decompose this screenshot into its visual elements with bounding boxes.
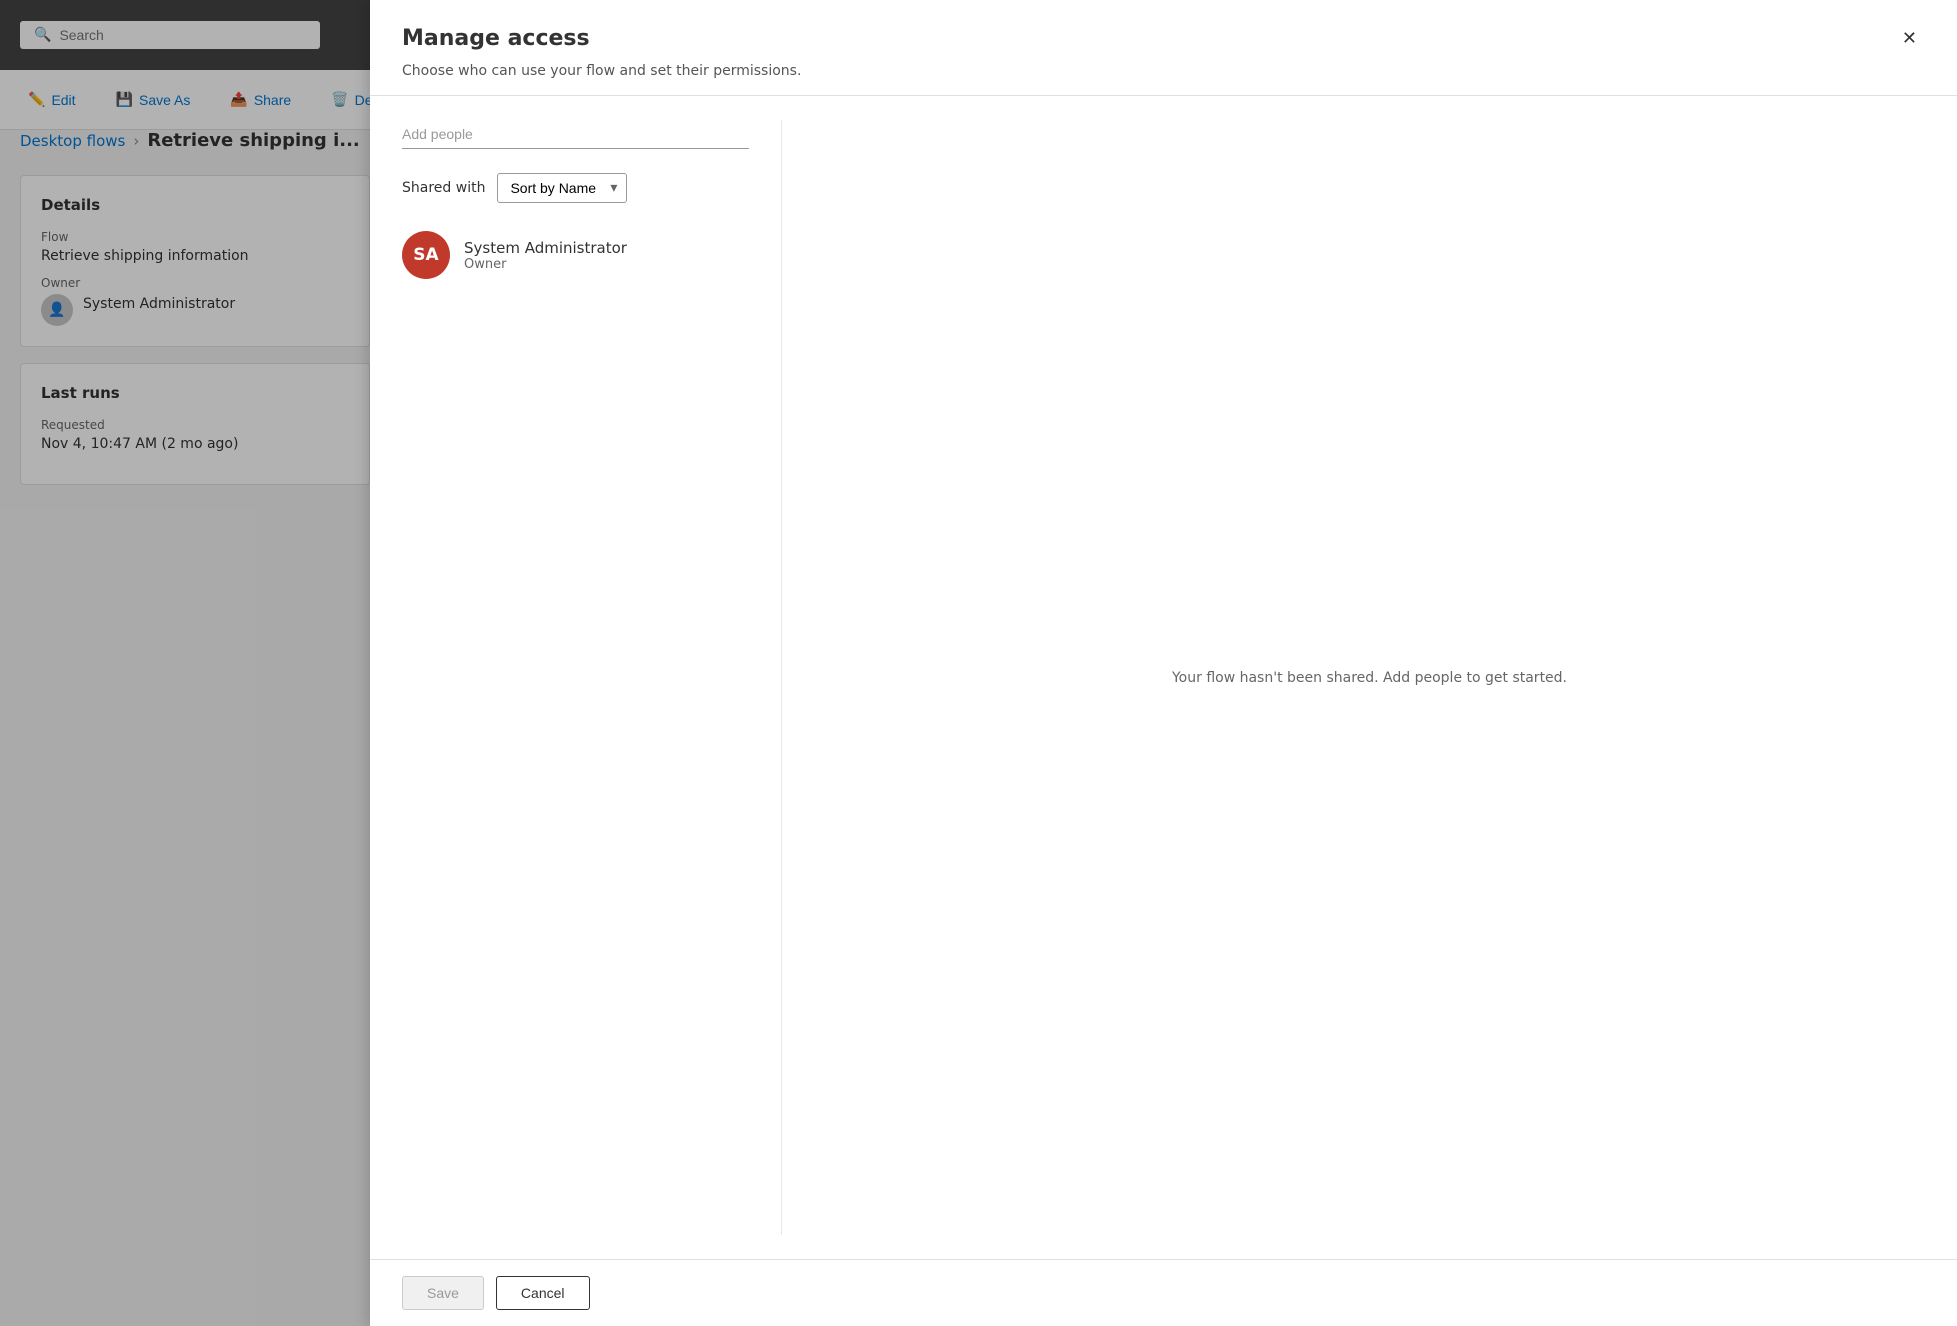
modal-title: Manage access xyxy=(402,26,590,51)
modal-body: Shared with Sort by Name Sort by Role SA… xyxy=(370,96,1957,1259)
sort-select-wrapper: Sort by Name Sort by Role xyxy=(497,173,627,203)
modal-close-button[interactable]: ✕ xyxy=(1894,24,1925,53)
modal-subtitle: Choose who can use your flow and set the… xyxy=(402,63,1925,79)
sort-select[interactable]: Sort by Name Sort by Role xyxy=(497,173,627,203)
shared-with-label: Shared with xyxy=(402,180,485,196)
modal-save-button[interactable]: Save xyxy=(402,1276,484,1310)
user-role: Owner xyxy=(464,257,627,272)
modal-footer: Save Cancel xyxy=(370,1259,1957,1326)
user-name: System Administrator xyxy=(464,239,627,257)
modal-right-section: Your flow hasn't been shared. Add people… xyxy=(782,120,1925,1235)
modal-panel: Manage access ✕ Choose who can use your … xyxy=(370,0,1957,1326)
user-entry: SA System Administrator Owner xyxy=(402,223,749,287)
modal-left-section: Shared with Sort by Name Sort by Role SA… xyxy=(402,120,782,1235)
modal-header: Manage access ✕ Choose who can use your … xyxy=(370,0,1957,96)
shared-with-row: Shared with Sort by Name Sort by Role xyxy=(402,173,749,203)
no-share-message: Your flow hasn't been shared. Add people… xyxy=(1172,670,1567,686)
user-initials: SA xyxy=(413,245,438,265)
modal-cancel-button[interactable]: Cancel xyxy=(496,1276,590,1310)
modal-title-row: Manage access ✕ xyxy=(402,24,1925,53)
user-info: System Administrator Owner xyxy=(464,239,627,272)
user-avatar-large: SA xyxy=(402,231,450,279)
add-people-input[interactable] xyxy=(402,120,749,149)
